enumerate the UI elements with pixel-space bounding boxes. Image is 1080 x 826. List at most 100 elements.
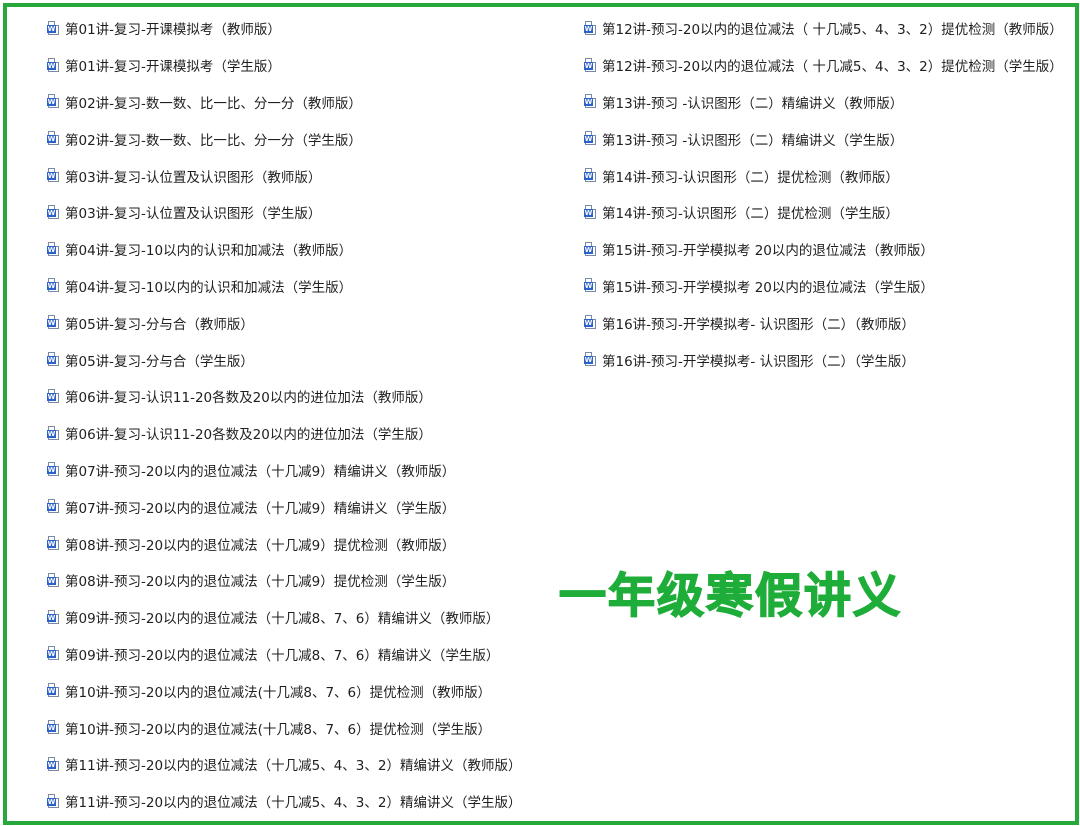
- file-item[interactable]: W 第13讲-预习 -认识图形（二）精编讲义（教师版）: [584, 84, 1063, 121]
- file-item[interactable]: W 第08讲-预习-20以内的退位减法（十几减9）提优检测（教师版）: [47, 525, 521, 562]
- file-item[interactable]: W 第04讲-复习-10以内的认识和加减法（教师版）: [47, 231, 521, 268]
- file-item[interactable]: W 第01讲-复习-开课模拟考（教师版）: [47, 10, 521, 47]
- file-name: 第16讲-预习-开学模拟考- 认识图形（二）（学生版）: [602, 353, 915, 370]
- file-name: 第14讲-预习-认识图形（二）提优检测（教师版）: [602, 169, 899, 186]
- file-list-left-column: W 第01讲-复习-开课模拟考（教师版） W 第01讲-复习-开课模拟考（学生版） W 第…: [47, 10, 521, 820]
- file-name: 第13讲-预习 -认识图形（二）精编讲义（学生版）: [602, 132, 904, 149]
- file-name: 第13讲-预习 -认识图形（二）精编讲义（教师版）: [602, 95, 904, 112]
- file-item[interactable]: W 第08讲-预习-20以内的退位减法（十几减9）提优检测（学生版）: [47, 562, 521, 599]
- file-name: 第05讲-复习-分与合（学生版）: [65, 353, 254, 370]
- file-name: 第05讲-复习-分与合（教师版）: [65, 316, 254, 333]
- word-document-icon: W: [47, 683, 60, 698]
- word-document-icon: W: [47, 352, 60, 367]
- word-document-icon: W: [47, 646, 60, 661]
- file-item[interactable]: W 第10讲-预习-20以内的退位减法(十几减8、7、6）提优检测（学生版）: [47, 709, 521, 746]
- word-document-icon: W: [47, 720, 60, 735]
- file-name: 第10讲-预习-20以内的退位减法(十几减8、7、6）提优检测（学生版）: [65, 721, 492, 738]
- word-document-icon: W: [47, 278, 60, 293]
- file-item[interactable]: W 第07讲-预习-20以内的退位减法（十几减9）精编讲义（教师版）: [47, 452, 521, 489]
- file-name: 第07讲-预习-20以内的退位减法（十几减9）精编讲义（学生版）: [65, 500, 456, 517]
- file-name: 第15讲-预习-开学模拟考 20以内的退位减法（学生版）: [602, 279, 934, 296]
- file-item[interactable]: W 第12讲-预习-20以内的退位减法（ 十几减5、4、3、2）提优检测（教师版）: [584, 10, 1063, 47]
- word-document-icon: W: [47, 204, 60, 220]
- file-name: 第09讲-预习-20以内的退位减法（十几减8、7、6）精编讲义（教师版）: [65, 611, 500, 628]
- word-document-icon: W: [47, 572, 60, 588]
- file-item[interactable]: W 第10讲-预习-20以内的退位减法(十几减8、7、6）提优检测（教师版）: [47, 672, 521, 709]
- file-name: 第08讲-预习-20以内的退位减法（十几减9）提优检测（教师版）: [65, 537, 456, 554]
- file-name: 第06讲-复习-认识11-20各数及20以内的进位加法（学生版）: [65, 427, 432, 444]
- file-name: 第10讲-预习-20以内的退位减法(十几减8、7、6）提优检测（教师版）: [65, 684, 492, 701]
- word-document-icon: W: [584, 168, 597, 183]
- word-document-icon: W: [47, 241, 60, 257]
- file-name: 第11讲-预习-20以内的退位减法（十几减5、4、3、2）精编讲义（学生版）: [65, 795, 522, 812]
- word-document-icon: W: [47, 499, 60, 514]
- word-document-icon: W: [47, 57, 60, 73]
- word-document-icon: W: [584, 278, 597, 293]
- file-name: 第04讲-复习-10以内的认识和加减法（教师版）: [65, 243, 353, 260]
- file-name: 第15讲-预习-开学模拟考 20以内的退位减法（教师版）: [602, 243, 934, 260]
- word-document-icon: W: [47, 94, 60, 109]
- word-document-icon: W: [47, 131, 60, 146]
- word-document-icon: W: [47, 793, 60, 809]
- file-name: 第09讲-预习-20以内的退位减法（十几减8、7、6）精编讲义（学生版）: [65, 647, 500, 664]
- file-item[interactable]: W 第01讲-复习-开课模拟考（学生版）: [47, 47, 521, 84]
- file-item[interactable]: W 第11讲-预习-20以内的退位减法（十几减5、4、3、2）精编讲义（学生版）: [47, 783, 521, 820]
- word-document-icon: W: [584, 204, 597, 220]
- word-document-icon: W: [47, 462, 60, 477]
- file-item[interactable]: W 第09讲-预习-20以内的退位减法（十几减8、7、6）精编讲义（学生版）: [47, 636, 521, 673]
- file-name: 第16讲-预习-开学模拟考- 认识图形（二）（教师版）: [602, 316, 915, 333]
- file-name: 第11讲-预习-20以内的退位减法（十几减5、4、3、2）精编讲义（教师版）: [65, 758, 522, 775]
- word-document-icon: W: [47, 168, 60, 183]
- file-item[interactable]: W 第03讲-复习-认位置及认识图形（教师版）: [47, 157, 521, 194]
- word-document-icon: W: [47, 536, 60, 551]
- word-document-icon: W: [584, 20, 597, 36]
- word-document-icon: W: [47, 388, 60, 404]
- file-name: 第12讲-预习-20以内的退位减法（ 十几减5、4、3、2）提优检测（学生版）: [602, 59, 1063, 76]
- word-document-icon: W: [584, 352, 597, 367]
- file-item[interactable]: W 第06讲-复习-认识11-20各数及20以内的进位加法（教师版）: [47, 378, 521, 415]
- file-item[interactable]: W 第14讲-预习-认识图形（二）提优检测（教师版）: [584, 157, 1063, 194]
- file-item[interactable]: W 第14讲-预习-认识图形（二）提优检测（学生版）: [584, 194, 1063, 231]
- word-document-icon: W: [584, 57, 597, 73]
- file-name: 第14讲-预习-认识图形（二）提优检测（学生版）: [602, 206, 899, 223]
- word-document-icon: W: [47, 425, 60, 441]
- file-name: 第02讲-复习-数一数、比一比、分一分（教师版）: [65, 95, 362, 112]
- headline-title: 一年级寒假讲义: [558, 568, 902, 625]
- word-document-icon: W: [47, 20, 60, 36]
- file-item[interactable]: W 第13讲-预习 -认识图形（二）精编讲义（学生版）: [584, 120, 1063, 157]
- file-item[interactable]: W 第15讲-预习-开学模拟考 20以内的退位减法（学生版）: [584, 268, 1063, 305]
- file-list-frame: W 第01讲-复习-开课模拟考（教师版） W 第01讲-复习-开课模拟考（学生版） W 第…: [3, 3, 1079, 825]
- word-document-icon: W: [47, 609, 60, 625]
- file-item[interactable]: W 第05讲-复习-分与合（学生版）: [47, 341, 521, 378]
- file-name: 第07讲-预习-20以内的退位减法（十几减9）精编讲义（教师版）: [65, 463, 456, 480]
- file-item[interactable]: W 第16讲-预习-开学模拟考- 认识图形（二）（教师版）: [584, 304, 1063, 341]
- file-item[interactable]: W 第04讲-复习-10以内的认识和加减法（学生版）: [47, 268, 521, 305]
- file-name: 第06讲-复习-认识11-20各数及20以内的进位加法（教师版）: [65, 390, 432, 407]
- file-name: 第08讲-预习-20以内的退位减法（十几减9）提优检测（学生版）: [65, 574, 456, 591]
- word-document-icon: W: [584, 131, 597, 146]
- file-name: 第01讲-复习-开课模拟考（学生版）: [65, 59, 281, 76]
- file-name: 第03讲-复习-认位置及认识图形（教师版）: [65, 169, 322, 186]
- file-item[interactable]: W 第07讲-预习-20以内的退位减法（十几减9）精编讲义（学生版）: [47, 488, 521, 525]
- word-document-icon: W: [47, 315, 60, 330]
- file-item[interactable]: W 第11讲-预习-20以内的退位减法（十几减5、4、3、2）精编讲义（教师版）: [47, 746, 521, 783]
- file-item[interactable]: W 第09讲-预习-20以内的退位减法（十几减8、7、6）精编讲义（教师版）: [47, 599, 521, 636]
- file-item[interactable]: W 第03讲-复习-认位置及认识图形（学生版）: [47, 194, 521, 231]
- file-name: 第04讲-复习-10以内的认识和加减法（学生版）: [65, 279, 353, 296]
- file-name: 第03讲-复习-认位置及认识图形（学生版）: [65, 206, 322, 223]
- file-item[interactable]: W 第06讲-复习-认识11-20各数及20以内的进位加法（学生版）: [47, 415, 521, 452]
- file-item[interactable]: W 第15讲-预习-开学模拟考 20以内的退位减法（教师版）: [584, 231, 1063, 268]
- file-item[interactable]: W 第12讲-预习-20以内的退位减法（ 十几减5、4、3、2）提优检测（学生版）: [584, 47, 1063, 84]
- file-item[interactable]: W 第02讲-复习-数一数、比一比、分一分（教师版）: [47, 84, 521, 121]
- file-item[interactable]: W 第05讲-复习-分与合（教师版）: [47, 304, 521, 341]
- word-document-icon: W: [584, 315, 597, 330]
- file-list-right-column: W 第12讲-预习-20以内的退位减法（ 十几减5、4、3、2）提优检测（教师版）…: [584, 10, 1063, 378]
- file-item[interactable]: W 第02讲-复习-数一数、比一比、分一分（学生版）: [47, 120, 521, 157]
- file-name: 第02讲-复习-数一数、比一比、分一分（学生版）: [65, 132, 362, 149]
- word-document-icon: W: [584, 241, 597, 257]
- file-name: 第12讲-预习-20以内的退位减法（ 十几减5、4、3、2）提优检测（教师版）: [602, 22, 1063, 39]
- file-name: 第01讲-复习-开课模拟考（教师版）: [65, 22, 281, 39]
- word-document-icon: W: [47, 756, 60, 772]
- file-item[interactable]: W 第16讲-预习-开学模拟考- 认识图形（二）（学生版）: [584, 341, 1063, 378]
- word-document-icon: W: [584, 94, 597, 109]
